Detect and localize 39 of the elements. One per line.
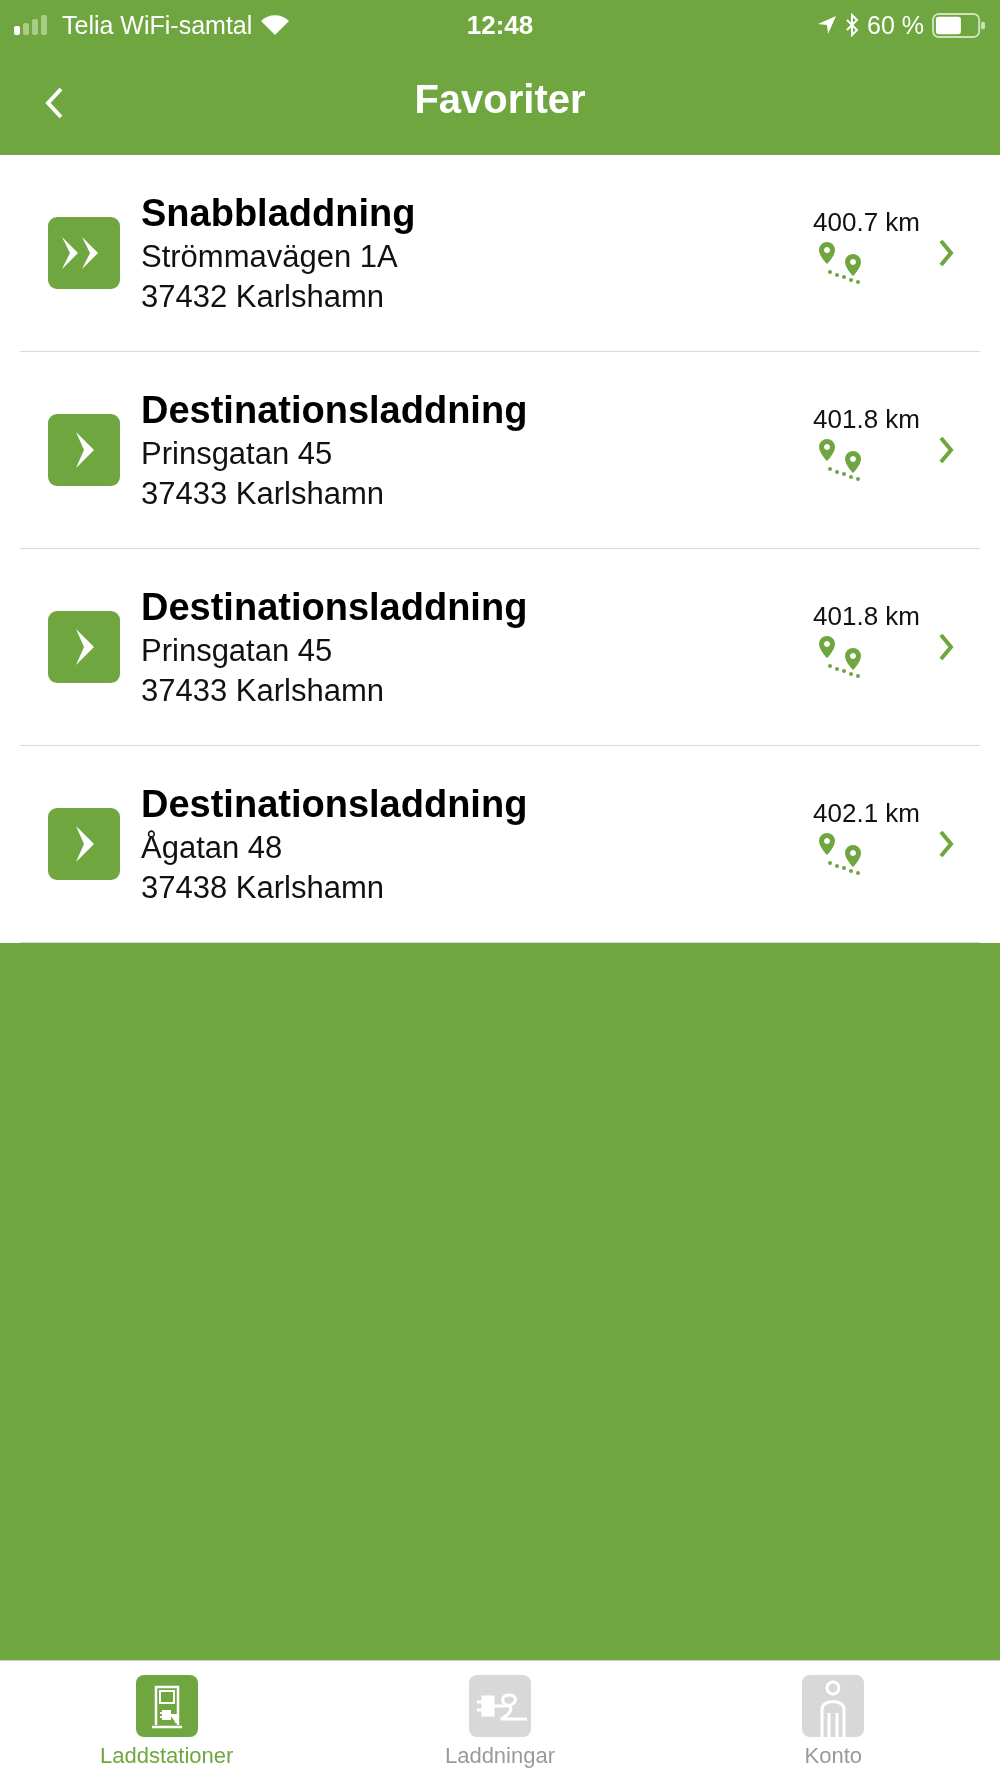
back-chevron-icon xyxy=(44,86,64,120)
location-arrow-icon xyxy=(817,15,837,35)
chevron-tile-icon xyxy=(48,808,120,880)
chevron-tile-icon xyxy=(48,414,120,486)
station-type: Destinationsladdning xyxy=(141,585,529,629)
street-address: Ågatan 48 xyxy=(141,829,284,866)
station-type: Destinationsladdning xyxy=(141,388,529,432)
postal-city: 37433 Karlshamn xyxy=(141,475,385,512)
street-address: Strömmavägen 1A xyxy=(141,238,399,275)
chevron-right-icon xyxy=(938,435,954,465)
plug-icon xyxy=(469,1675,531,1737)
postal-city: 37433 Karlshamn xyxy=(141,672,385,709)
carrier-name: Telia WiFi-samtal xyxy=(62,10,253,40)
distance: 401.8 km xyxy=(813,403,920,435)
clock: 12:48 xyxy=(465,9,535,41)
wifi-icon xyxy=(260,14,291,36)
screen-title: Favoriter xyxy=(414,77,586,122)
battery-percent: 60 % xyxy=(867,10,924,40)
street-address: Prinsgatan 45 xyxy=(141,632,334,669)
station-type: Snabbladdning xyxy=(141,191,417,235)
street-address: Prinsgatan 45 xyxy=(141,435,334,472)
distance: 400.7 km xyxy=(813,206,920,238)
favorite-item[interactable]: Destinationsladdning Prinsgatan 45 37433 Karlshamn 401.8 km xyxy=(20,549,980,746)
person-icon xyxy=(802,1675,865,1737)
charging-station-icon xyxy=(135,1675,198,1737)
distance: 402.1 km xyxy=(813,797,920,829)
chevron-tile-icon xyxy=(48,611,120,683)
favorite-item[interactable]: Destinationsladdning Prinsgatan 45 37433 Karlshamn 401.8 km xyxy=(20,352,980,549)
battery-icon xyxy=(932,12,986,38)
chevron-right-icon xyxy=(938,238,954,268)
distance: 401.8 km xyxy=(813,600,920,632)
bluetooth-icon xyxy=(845,13,859,37)
station-type: Destinationsladdning xyxy=(141,782,529,826)
double-chevron-icon xyxy=(48,217,120,289)
favorite-item[interactable]: Snabbladdning Strömmavägen 1A 37432 Karlshamn 400.7 km xyxy=(20,155,980,352)
postal-city: 37438 Karlshamn xyxy=(141,869,385,906)
chevron-right-icon xyxy=(938,632,954,662)
chevron-right-icon xyxy=(938,829,954,859)
postal-city: 37432 Karlshamn xyxy=(141,278,385,315)
